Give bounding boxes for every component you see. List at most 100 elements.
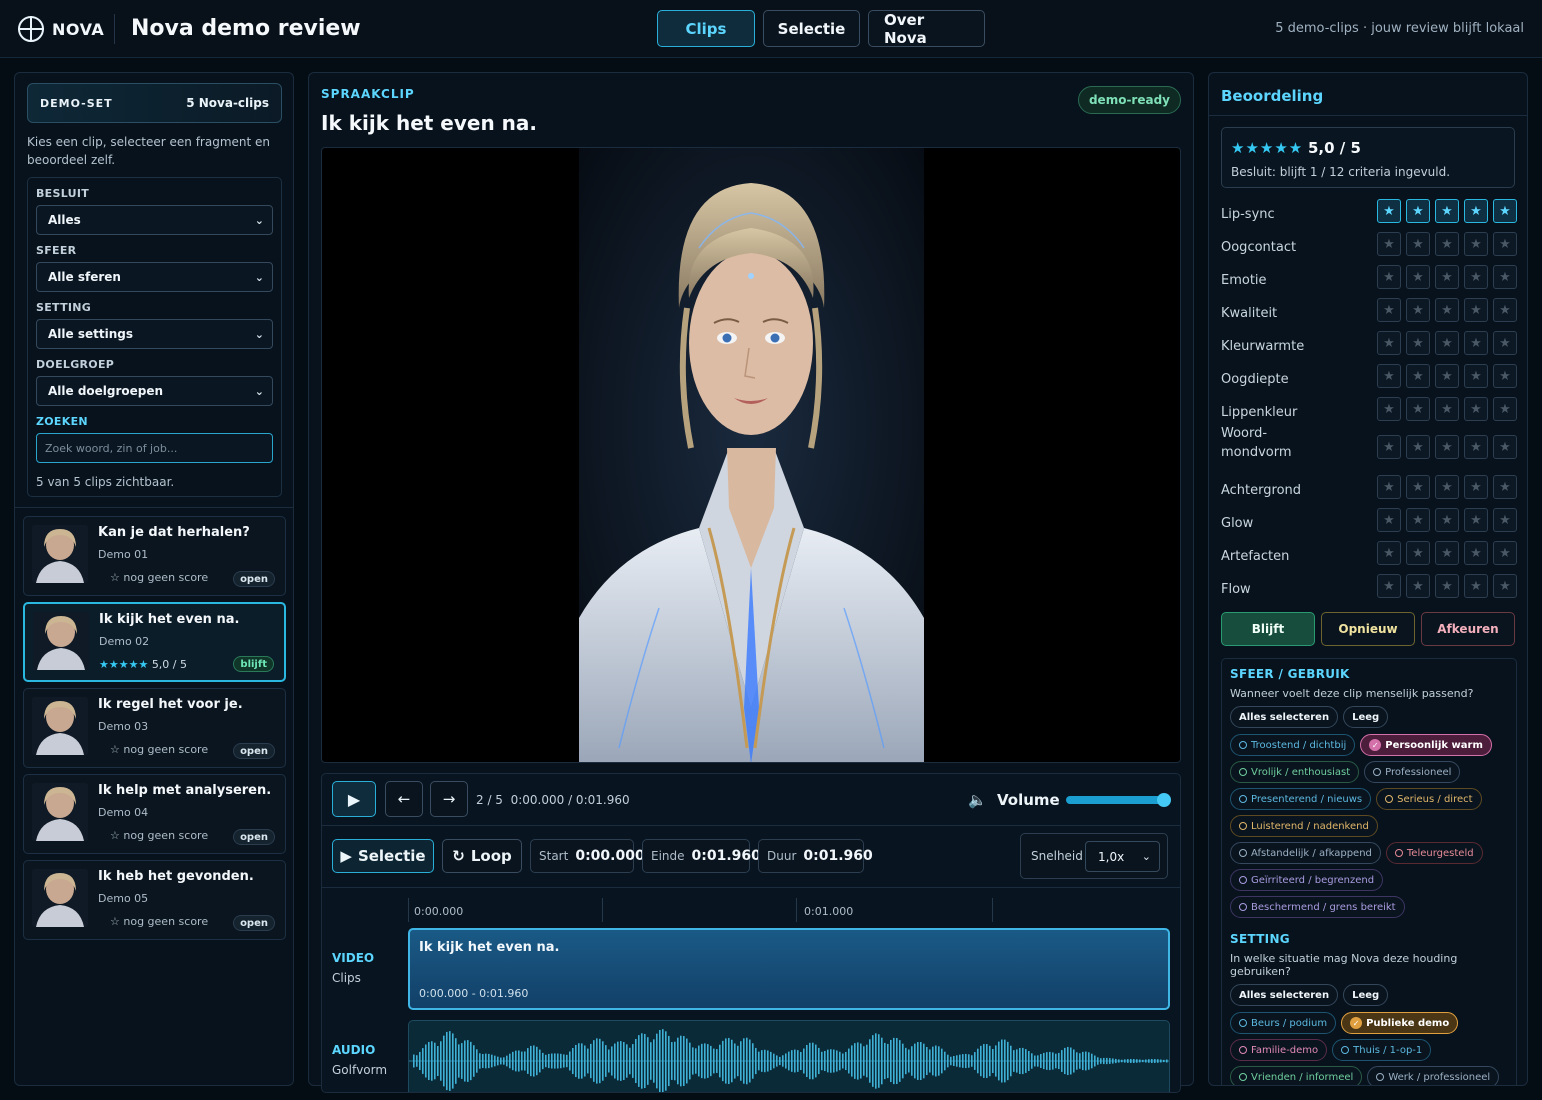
tab-selectie[interactable]: Selectie	[763, 10, 860, 47]
star-icon[interactable]: ★	[1406, 475, 1430, 499]
keep-button[interactable]: Blijft	[1221, 612, 1315, 646]
star-icon[interactable]: ★	[1435, 331, 1459, 355]
tag-pill[interactable]: Vrienden / informeel	[1230, 1066, 1363, 1085]
audio-waveform[interactable]	[408, 1020, 1170, 1092]
mood-clear-button[interactable]: Leeg	[1343, 706, 1389, 728]
star-icon[interactable]: ★	[1406, 298, 1430, 322]
star-icon[interactable]: ★	[1406, 265, 1430, 289]
star-icon[interactable]: ★	[1377, 541, 1401, 565]
clip-item[interactable]: Ik kijk het even na. Demo 02 ★★★★★ 5,0 /…	[23, 602, 286, 682]
video-viewport[interactable]	[321, 147, 1181, 763]
star-icon[interactable]: ★	[1493, 232, 1517, 256]
star-icon[interactable]: ★	[1377, 574, 1401, 598]
tag-pill[interactable]: Werk / professioneel	[1367, 1066, 1500, 1085]
star-icon[interactable]: ★	[1464, 199, 1488, 223]
tag-pill[interactable]: Luisterend / nadenkend	[1230, 815, 1378, 837]
tag-pill[interactable]: ✓ Persoonlijk warm	[1360, 734, 1492, 756]
star-icon[interactable]: ★	[1377, 265, 1401, 289]
star-icon[interactable]: ★	[1435, 199, 1459, 223]
star-icon[interactable]: ★	[1464, 331, 1488, 355]
star-icon[interactable]: ★	[1377, 397, 1401, 421]
star-icon[interactable]: ★	[1435, 364, 1459, 388]
setting-clear-button[interactable]: Leeg	[1343, 984, 1389, 1006]
star-icon[interactable]: ★	[1493, 265, 1517, 289]
star-icon[interactable]: ★	[1406, 574, 1430, 598]
star-icon[interactable]: ★	[1464, 574, 1488, 598]
start-field[interactable]: Start 0:00.000	[530, 839, 645, 873]
clip-item[interactable]: Kan je dat herhalen? Demo 01 ☆ nog geen …	[23, 516, 286, 596]
redo-button[interactable]: Opnieuw	[1321, 612, 1415, 646]
tag-pill[interactable]: ✓ Publieke demo	[1341, 1012, 1459, 1034]
tag-pill[interactable]: Afstandelijk / afkappend	[1230, 842, 1381, 864]
reject-button[interactable]: Afkeuren	[1421, 612, 1515, 646]
loop-button[interactable]: ↻ Loop	[442, 839, 522, 873]
star-icon[interactable]: ★	[1435, 397, 1459, 421]
star-icon[interactable]: ★	[1464, 397, 1488, 421]
star-icon[interactable]: ★	[1435, 475, 1459, 499]
star-icon[interactable]: ★	[1406, 435, 1430, 459]
star-icon[interactable]: ★	[1377, 331, 1401, 355]
star-icon[interactable]: ★	[1435, 298, 1459, 322]
tag-pill[interactable]: Serieus / direct	[1376, 788, 1482, 810]
star-icon[interactable]: ★	[1493, 541, 1517, 565]
selection-button[interactable]: ▶ Selectie	[332, 839, 434, 873]
previous-clip-button[interactable]: ←	[385, 781, 423, 817]
mood-select-all-button[interactable]: Alles selecteren	[1230, 706, 1339, 728]
nova-logo[interactable]: NOVA	[18, 16, 104, 42]
star-icon[interactable]: ★	[1464, 508, 1488, 532]
star-icon[interactable]: ★	[1464, 541, 1488, 565]
next-clip-button[interactable]: →	[430, 781, 468, 817]
star-icon[interactable]: ★	[1377, 364, 1401, 388]
volume-slider[interactable]	[1066, 793, 1171, 807]
star-icon[interactable]: ★	[1464, 265, 1488, 289]
star-icon[interactable]: ★	[1493, 508, 1517, 532]
star-icon[interactable]: ★	[1377, 199, 1401, 223]
star-icon[interactable]: ★	[1493, 574, 1517, 598]
star-icon[interactable]: ★	[1464, 298, 1488, 322]
clip-item[interactable]: Ik heb het gevonden. Demo 05 ☆ nog geen …	[23, 860, 286, 940]
tag-pill[interactable]: Geïrriteerd / begrenzend	[1230, 869, 1384, 891]
end-field[interactable]: Einde 0:01.960	[642, 839, 761, 873]
star-icon[interactable]: ★	[1406, 364, 1430, 388]
clip-item[interactable]: Ik regel het voor je. Demo 03 ☆ nog geen…	[23, 688, 286, 768]
tab-over-nova[interactable]: Over Nova	[868, 10, 985, 47]
filter-besluit-select[interactable]: Alles ⌄	[36, 205, 273, 235]
speed-select[interactable]: 1,0x ⌄	[1085, 841, 1160, 872]
timeline[interactable]: 0:00.000 0:01.000 VIDEO Clips Ik kijk he…	[322, 888, 1180, 1092]
search-input[interactable]: Zoek woord, zin of job...	[36, 433, 273, 463]
star-icon[interactable]: ★	[1493, 298, 1517, 322]
star-icon[interactable]: ★	[1406, 331, 1430, 355]
filter-setting-select[interactable]: Alle settings ⌄	[36, 319, 273, 349]
tab-clips[interactable]: Clips	[657, 10, 755, 47]
video-clip-block[interactable]: Ik kijk het even na. 0:00.000 - 0:01.960	[408, 928, 1170, 1010]
star-icon[interactable]: ★	[1377, 298, 1401, 322]
tag-pill[interactable]: Professioneel	[1364, 761, 1461, 783]
star-icon[interactable]: ★	[1493, 397, 1517, 421]
star-icon[interactable]: ★	[1435, 265, 1459, 289]
star-icon[interactable]: ★	[1435, 435, 1459, 459]
star-icon[interactable]: ★	[1464, 232, 1488, 256]
star-icon[interactable]: ★	[1493, 435, 1517, 459]
tag-pill[interactable]: Vrolijk / enthousiast	[1230, 761, 1360, 783]
star-icon[interactable]: ★	[1377, 232, 1401, 256]
star-icon[interactable]: ★	[1435, 574, 1459, 598]
tag-pill[interactable]: Presenterend / nieuws	[1230, 788, 1372, 810]
star-icon[interactable]: ★	[1493, 364, 1517, 388]
filter-sfeer-select[interactable]: Alle sferen ⌄	[36, 262, 273, 292]
tag-pill[interactable]: Beurs / podium	[1230, 1012, 1337, 1034]
volume-slider-handle[interactable]	[1157, 793, 1171, 807]
tag-pill[interactable]: Thuis / 1-op-1	[1332, 1039, 1432, 1061]
star-icon[interactable]: ★	[1377, 508, 1401, 532]
star-icon[interactable]: ★	[1406, 232, 1430, 256]
star-icon[interactable]: ★	[1377, 475, 1401, 499]
play-button[interactable]: ▶	[332, 781, 376, 817]
clip-item[interactable]: Ik help met analyseren. Demo 04 ☆ nog ge…	[23, 774, 286, 854]
tag-pill[interactable]: Troostend / dichtbij	[1230, 734, 1356, 756]
tag-pill[interactable]: Beschermend / grens bereikt	[1230, 896, 1405, 918]
star-icon[interactable]: ★	[1464, 435, 1488, 459]
star-icon[interactable]: ★	[1435, 232, 1459, 256]
star-icon[interactable]: ★	[1435, 508, 1459, 532]
star-icon[interactable]: ★	[1406, 199, 1430, 223]
star-icon[interactable]: ★	[1493, 199, 1517, 223]
star-icon[interactable]: ★	[1377, 435, 1401, 459]
